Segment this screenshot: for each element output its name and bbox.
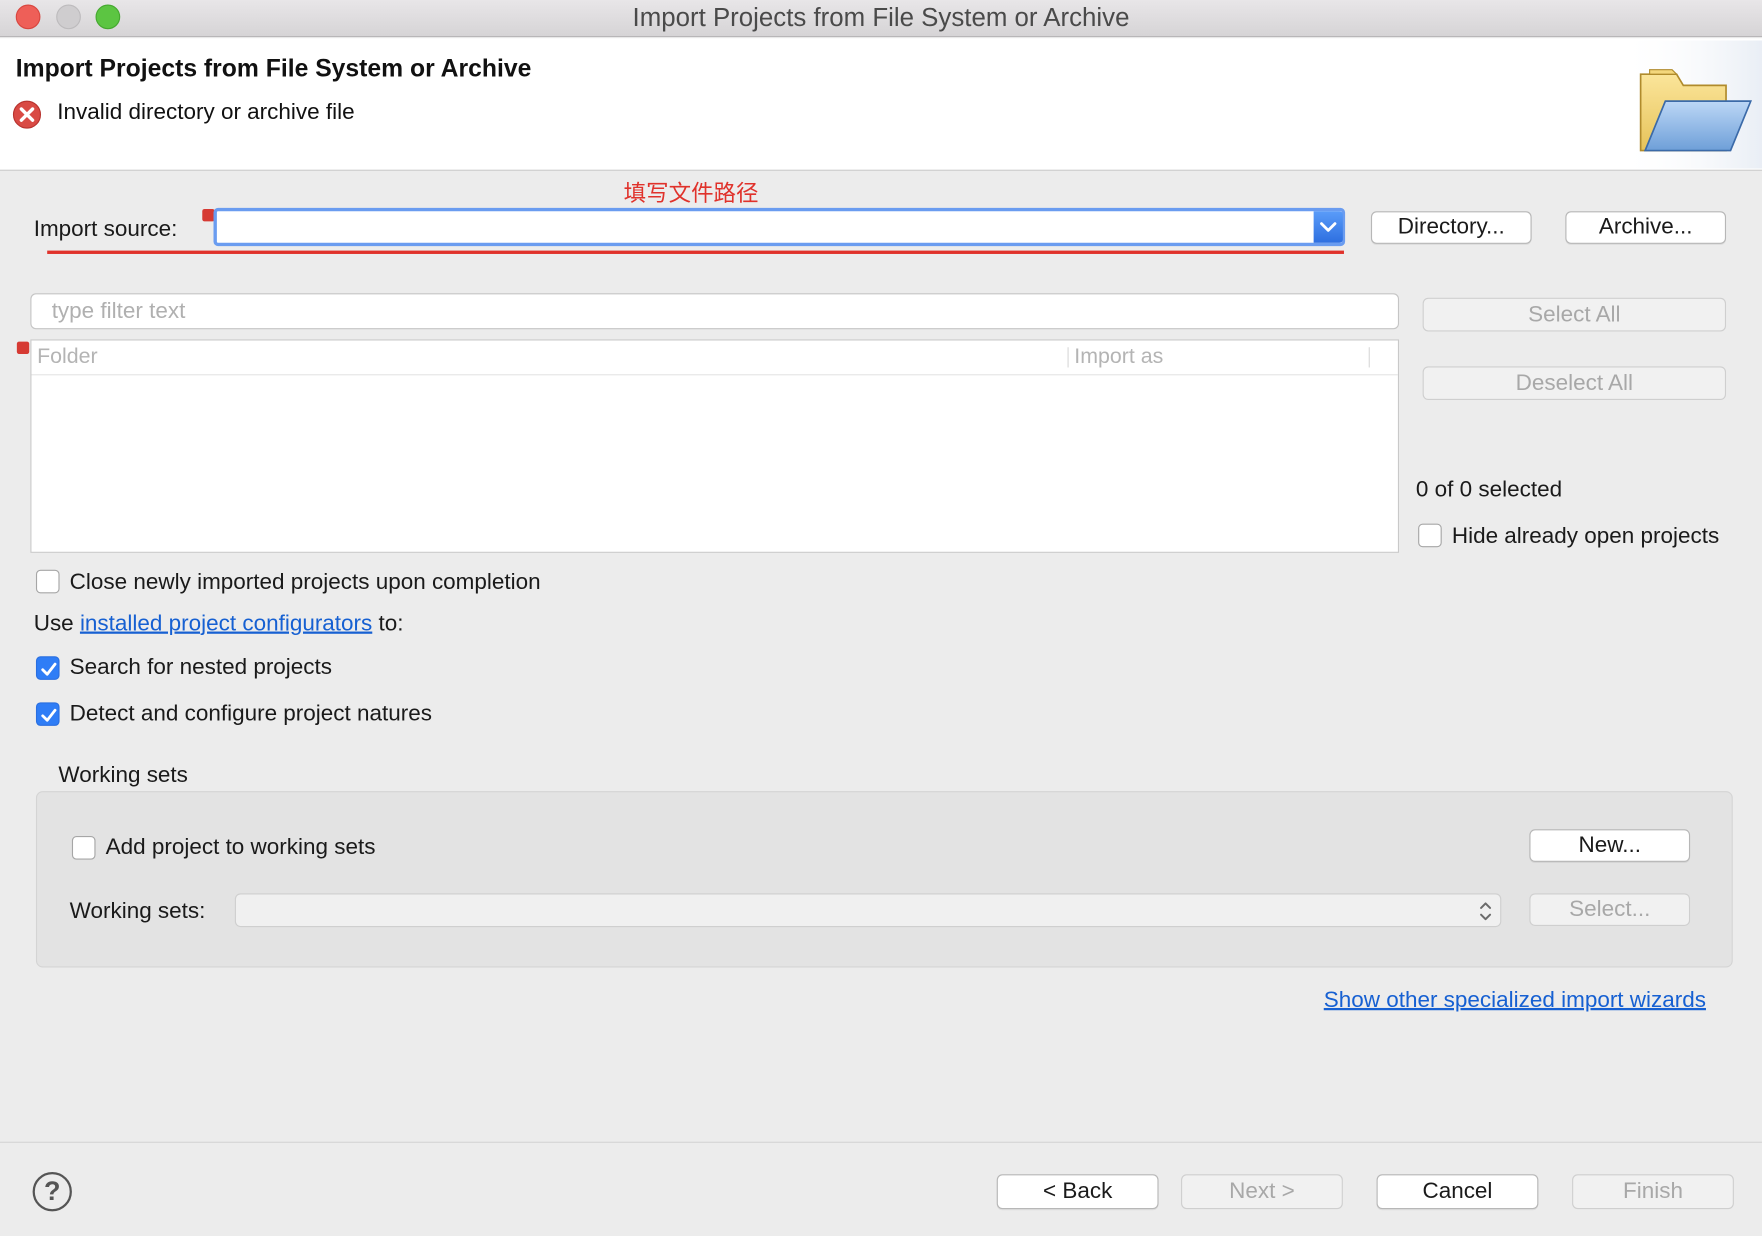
deselect-all-button[interactable]: Deselect All (1422, 366, 1727, 401)
error-icon (12, 100, 42, 129)
working-sets-group-label: Working sets (58, 763, 188, 788)
cancel-button[interactable]: Cancel (1376, 1174, 1539, 1210)
import-source-combo[interactable] (213, 207, 1346, 247)
footer-divider (0, 1141, 1762, 1143)
table-error-icon (16, 341, 30, 354)
finish-button[interactable]: Finish (1572, 1174, 1734, 1210)
column-header-folder[interactable]: Folder (37, 340, 98, 374)
window-title: Import Projects from File System or Arch… (632, 2, 1130, 32)
checkmark-icon (41, 662, 57, 676)
archive-button[interactable]: Archive... (1565, 211, 1727, 244)
table-header-divider (31, 374, 1398, 376)
close-imported-checkbox[interactable] (35, 569, 60, 594)
new-working-set-button[interactable]: New... (1529, 829, 1691, 862)
projects-table[interactable]: Folder Import as (30, 339, 1400, 553)
select-all-button[interactable]: Select All (1422, 297, 1727, 332)
directory-button[interactable]: Directory... (1370, 211, 1532, 244)
column-separator (1368, 347, 1370, 368)
detect-natures-label: Detect and configure project natures (69, 701, 432, 726)
help-icon[interactable]: ? (32, 1172, 72, 1212)
add-to-working-sets-label: Add project to working sets (105, 834, 376, 860)
annotation-underline (47, 250, 1344, 254)
detect-natures-checkbox[interactable] (35, 702, 60, 726)
configurators-suffix: to: (378, 611, 404, 637)
filter-input[interactable] (30, 293, 1400, 330)
updown-arrows-icon (1480, 902, 1492, 921)
installed-configurators-link[interactable]: installed project configurators (80, 611, 372, 636)
page-title: Import Projects from File System or Arch… (15, 53, 532, 83)
annotation-label: 填写文件路径 (623, 182, 759, 207)
hide-open-projects-label: Hide already open projects (1451, 523, 1720, 549)
select-working-set-button[interactable]: Select... (1529, 893, 1691, 926)
import-source-label: Import source: (33, 216, 178, 242)
working-sets-combo-label: Working sets: (69, 898, 206, 924)
folder-icon (1618, 40, 1762, 169)
search-nested-label: Search for nested projects (69, 655, 333, 680)
back-button[interactable]: < Back (996, 1174, 1159, 1210)
configurators-prefix: Use (33, 611, 74, 637)
add-to-working-sets-checkbox[interactable] (71, 836, 96, 860)
chevron-down-icon[interactable] (1313, 211, 1343, 243)
error-message: Invalid directory or archive file (57, 100, 355, 125)
close-imported-label: Close newly imported projects upon compl… (69, 569, 541, 595)
hide-open-projects-checkbox[interactable] (1418, 523, 1442, 548)
working-sets-panel (35, 791, 1733, 968)
working-sets-combo[interactable] (234, 893, 1502, 928)
search-nested-checkbox[interactable] (35, 656, 60, 680)
next-button[interactable]: Next > (1181, 1174, 1343, 1210)
column-separator (1067, 347, 1069, 368)
other-import-wizards-link[interactable]: Show other specialized import wizards (1324, 988, 1706, 1014)
selection-count: 0 of 0 selected (1415, 477, 1563, 503)
configurators-line: Use installed project configurators to: (34, 611, 404, 637)
column-header-import-as[interactable]: Import as (1074, 340, 1163, 374)
checkmark-icon (41, 708, 57, 722)
